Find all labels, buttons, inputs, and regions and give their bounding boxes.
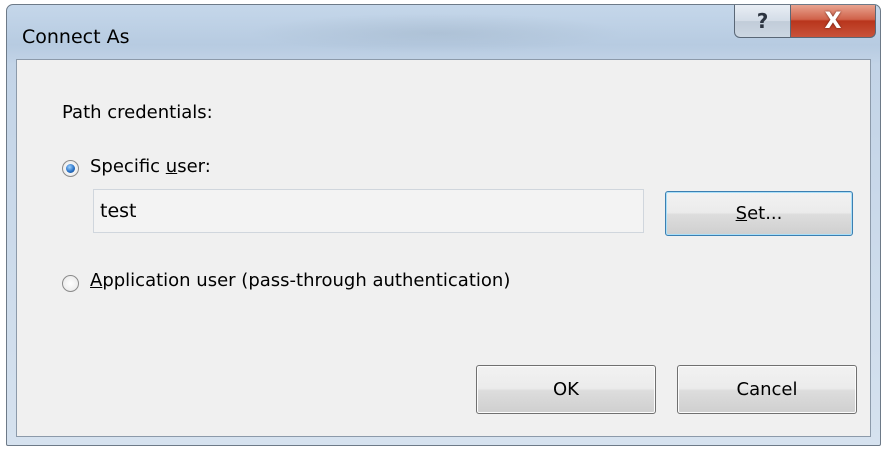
specific-user-radio[interactable]	[62, 160, 79, 177]
close-icon: X	[824, 8, 842, 34]
application-user-label[interactable]: Application user (pass-through authentic…	[90, 270, 510, 291]
help-icon: ?	[756, 9, 769, 33]
specific-user-label[interactable]: Specific user:	[90, 156, 211, 177]
connect-as-dialog: Connect As ? X Path credentials: Specifi…	[6, 4, 881, 446]
window-title: Connect As	[22, 26, 130, 48]
specific-user-field[interactable]: test	[93, 189, 644, 233]
cancel-button[interactable]: Cancel	[677, 365, 857, 414]
dialog-content: Path credentials: Specific user: test Se…	[16, 59, 871, 437]
help-button[interactable]: ?	[734, 5, 791, 38]
close-button[interactable]: X	[791, 5, 876, 38]
application-user-radio[interactable]	[62, 275, 79, 292]
ok-button[interactable]: OK	[476, 365, 656, 414]
path-credentials-label: Path credentials:	[62, 102, 213, 123]
set-button[interactable]: Set...	[665, 191, 853, 236]
